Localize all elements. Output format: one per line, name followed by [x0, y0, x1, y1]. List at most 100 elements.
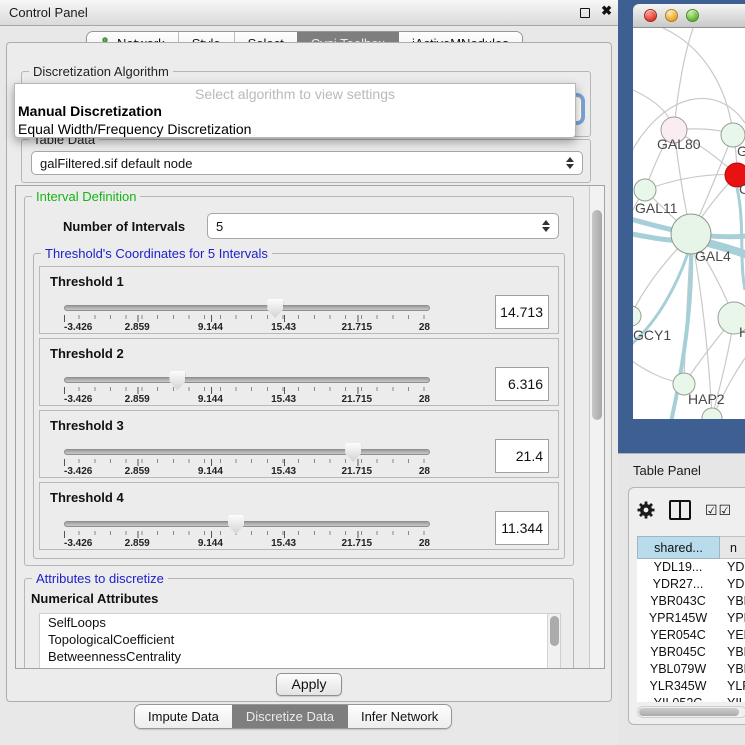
node-table[interactable]: shared... n YDL19... YDL1 YDR27... YDR2 … — [637, 536, 745, 702]
network-canvas[interactable]: GAL80 G. C GAL11 GAL4 GCY1 H HAP2 — [633, 28, 745, 419]
node-table-header: shared... n — [637, 536, 745, 559]
threshold-value-field[interactable]: 14.713 — [495, 295, 549, 329]
minimize-traffic-light[interactable] — [665, 9, 678, 22]
tab-impute-data[interactable]: Impute Data — [135, 705, 232, 728]
attributes-group: Attributes to discretize Numerical Attri… — [24, 578, 574, 669]
threshold-label: Threshold 1 — [50, 274, 124, 289]
tab-infer-network[interactable]: Infer Network — [347, 705, 451, 728]
numerical-attributes-list[interactable]: SelfLoopsTopologicalCoefficientBetweenne… — [39, 613, 561, 669]
threshold-slider: -3.426 2.859 9.144 15.43 21.715 28 — [64, 515, 430, 549]
table-panel-title: Table Panel — [633, 463, 701, 478]
node-gal11[interactable] — [634, 179, 656, 201]
column-header-shared-name[interactable]: shared... — [637, 536, 720, 559]
numerical-attributes-label: Numerical Attributes — [31, 591, 158, 606]
slider-ticks — [64, 315, 430, 322]
label-hap2: HAP2 — [688, 391, 725, 407]
number-of-intervals-combobox[interactable]: 5 — [207, 213, 559, 239]
close-traffic-light[interactable] — [644, 9, 657, 22]
threshold-row: Threshold 4 -3.426 2.859 9.144 15.43 — [39, 482, 559, 550]
table-row[interactable]: YER054C YER0 — [637, 627, 745, 644]
slider-ticks — [64, 531, 430, 538]
attribute-item[interactable]: TopologicalCoefficient — [40, 631, 560, 648]
cyni-toolbox-panel: Discretization Algorithm Select algorith… — [6, 42, 612, 702]
column-header-name[interactable]: n — [720, 536, 745, 559]
slider-track[interactable] — [64, 377, 430, 383]
scrollbar-thumb[interactable] — [592, 210, 602, 420]
node-partial-bottom[interactable] — [702, 408, 722, 419]
table-row[interactable]: YLR345W YLR3 — [637, 678, 745, 695]
threshold-list: Threshold 1 -3.426 2.859 9.144 15.43 — [39, 266, 559, 554]
algorithm-option-manual[interactable]: Manual Discretization — [15, 102, 575, 120]
close-icon[interactable]: ✖ — [601, 3, 612, 19]
attribute-item[interactable]: SelfLoops — [40, 614, 560, 631]
threshold-value-field[interactable]: 21.4 — [495, 439, 549, 473]
intervals-value: 5 — [216, 219, 223, 234]
thresholds-title: Threshold's Coordinates for 5 Intervals — [41, 246, 272, 261]
threshold-label: Threshold 2 — [50, 346, 124, 361]
table-panel-body: ☑☑ shared... n YDL19... YDL1 YDR27... YD… — [628, 487, 745, 725]
table-data-combobox[interactable]: galFiltered.sif default node — [31, 151, 583, 175]
float-window-icon[interactable] — [580, 8, 590, 18]
label-gal4: GAL4 — [695, 248, 731, 264]
threshold-label: Threshold 3 — [50, 418, 124, 433]
slider-ticks — [64, 459, 430, 466]
threshold-label: Threshold 4 — [50, 490, 124, 505]
panel-title: Control Panel — [9, 5, 88, 20]
interval-definition-group: Interval Definition Number of Intervals … — [24, 196, 574, 566]
threshold-slider: -3.426 2.859 9.144 15.43 21.715 28 — [64, 299, 430, 333]
control-panel: Control Panel ✖ Network Style Select Cyn… — [0, 0, 618, 745]
control-panel-titlebar: Control Panel ✖ — [0, 0, 618, 26]
network-window-titlebar[interactable] — [633, 4, 745, 28]
label-partial-c: C — [739, 181, 745, 197]
network-graph: GAL80 G. C GAL11 GAL4 GCY1 H HAP2 — [633, 28, 745, 419]
algorithm-option-equal-width[interactable]: Equal Width/Frequency Discretization — [15, 120, 575, 138]
threshold-value-field[interactable]: 6.316 — [495, 367, 549, 401]
table-panel-toolbar: ☑☑ — [637, 498, 732, 522]
table-row[interactable]: YBR045C YBR0 — [637, 644, 745, 661]
slider-track[interactable] — [64, 305, 430, 311]
node-gcy1[interactable] — [633, 306, 641, 326]
slider-tick-labels: -3.426 2.859 9.144 15.43 21.715 28 — [64, 322, 430, 334]
label-partial-h: H — [739, 324, 745, 340]
combo-arrows-icon — [566, 157, 575, 169]
settings-scrollbar[interactable] — [589, 186, 604, 668]
zoom-traffic-light[interactable] — [686, 9, 699, 22]
threshold-row: Threshold 3 -3.426 2.859 9.144 15.43 — [39, 410, 559, 478]
checkbox-icons[interactable]: ☑☑ — [705, 502, 732, 519]
thresholds-group: Threshold's Coordinates for 5 Intervals … — [33, 253, 565, 559]
bottom-tab-bar: Impute Data Discretize Data Infer Networ… — [134, 704, 452, 729]
table-row[interactable]: YIL052C YIL0 — [637, 695, 745, 702]
table-data-value: galFiltered.sif default node — [40, 156, 192, 171]
slider-track[interactable] — [64, 449, 430, 455]
table-row[interactable]: YDL19... YDL1 — [637, 559, 745, 576]
network-window[interactable]: GAL80 G. C GAL11 GAL4 GCY1 H HAP2 — [633, 4, 745, 420]
hscroll-thumb[interactable] — [639, 708, 739, 716]
gear-icon[interactable] — [637, 501, 655, 519]
combo-arrows-icon — [542, 220, 551, 232]
network-desktop: GAL80 G. C GAL11 GAL4 GCY1 H HAP2 — [618, 0, 745, 453]
attribute-item[interactable]: BetweennessCentrality — [40, 648, 560, 665]
table-row[interactable]: YBL079W YBL0 — [637, 661, 745, 678]
table-horizontal-scrollbar[interactable] — [637, 706, 745, 718]
table-data-group: Table Data galFiltered.sif default node — [21, 139, 591, 183]
algorithm-dropdown-popup: Select algorithm to view settings Manual… — [14, 83, 576, 138]
table-panel: Table Panel ☑☑ shared... n — [618, 453, 745, 745]
label-gal11: GAL11 — [635, 200, 678, 216]
slider-track[interactable] — [64, 521, 430, 527]
attributes-group-title: Attributes to discretize — [32, 571, 168, 586]
table-row[interactable]: YDR27... YDR2 — [637, 576, 745, 593]
apply-button[interactable]: Apply — [276, 673, 342, 696]
list-scrollbar[interactable] — [547, 614, 560, 669]
table-row[interactable]: YPR145W YPR1 — [637, 610, 745, 627]
columns-icon[interactable] — [669, 500, 691, 520]
algorithm-prompt: Select algorithm to view settings — [15, 84, 575, 102]
node-table-rows: YDL19... YDL1 YDR27... YDR2 YBR043C YBR0… — [637, 559, 745, 702]
table-row[interactable]: YBR043C YBR0 — [637, 593, 745, 610]
settings-scrollpane: Interval Definition Number of Intervals … — [15, 185, 605, 669]
threshold-value-field[interactable]: 11.344 — [495, 511, 549, 545]
tab-discretize-data[interactable]: Discretize Data — [232, 705, 347, 728]
slider-tick-labels: -3.426 2.859 9.144 15.43 21.715 28 — [64, 394, 430, 406]
attribute-items: SelfLoopsTopologicalCoefficientBetweenne… — [40, 614, 560, 665]
interval-definition-title: Interval Definition — [32, 189, 140, 204]
number-of-intervals-label: Number of Intervals — [63, 219, 185, 234]
